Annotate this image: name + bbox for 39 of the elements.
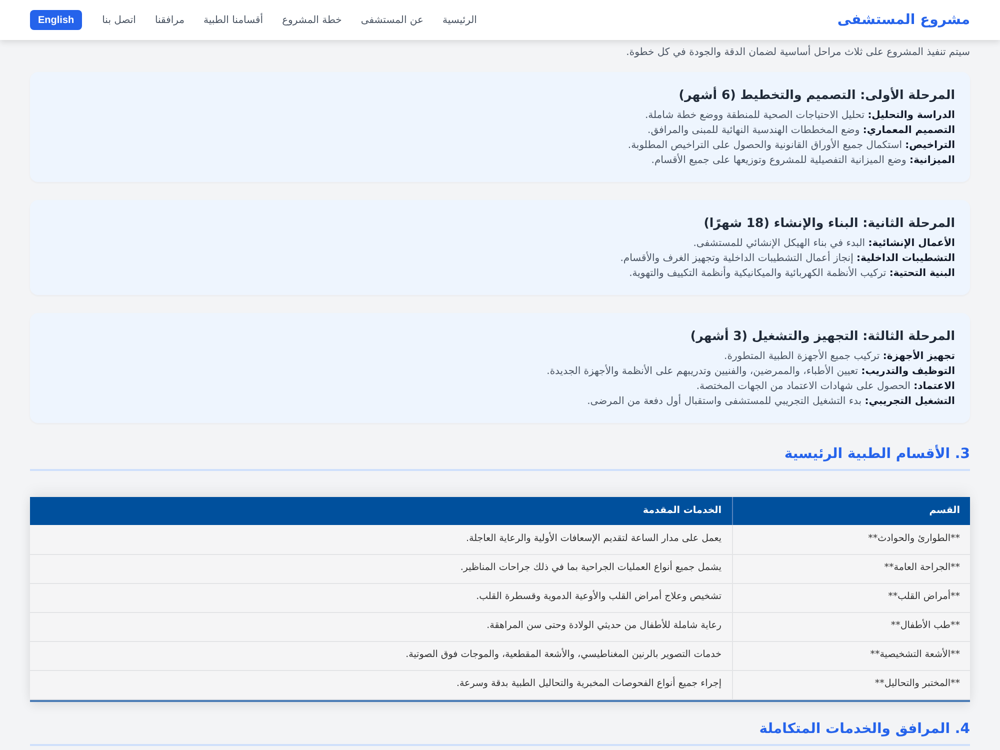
section-heading: 3. الأقسام الطبية الرئيسية bbox=[784, 444, 970, 464]
section-heading: 4. المرافق والخدمات المتكاملة bbox=[759, 720, 970, 738]
phase-task: الأعمال الإنشائية: البدء في بناء الهيكل الإنشائي للمستشفى. bbox=[692, 236, 955, 251]
phase-task: التصميم المعماري: وضع المخططات الهندسية النهائية للمبنى والمرافق. bbox=[646, 124, 955, 138]
nav-link[interactable]: الرئيسية bbox=[442, 12, 477, 28]
table-header-cell: القسم bbox=[732, 497, 970, 525]
language-button[interactable]: English bbox=[30, 10, 82, 30]
phase-title: المرحلة الثانية: البناء والإنشاء (18 شهرًا) bbox=[702, 214, 955, 232]
phase-task: الدراسة والتحليل: تحليل الاحتياجات الصحية للمنطقة ووضع خطة شاملة. bbox=[644, 109, 955, 123]
table-cell: رعاية شاملة للأطفال من حديثي الولادة وحتى سن المراهقة. bbox=[30, 612, 732, 641]
phase-task: الميزانية: وضع الميزانية التفصيلية للمشروع وتوزيعها على جميع الأقسام. bbox=[650, 153, 955, 168]
table-cell: **الجراحة العامة** bbox=[732, 554, 970, 583]
table-cell: **المختبر والتحاليل** bbox=[732, 670, 970, 699]
table-cell: تشخيص وعلاج أمراض القلب والأوعية الدموية وقسطرة القلب. bbox=[30, 583, 732, 612]
table-cell: **الطوارئ والحوادث** bbox=[732, 525, 970, 554]
table-header-cell: الخدمات المقدمة bbox=[30, 497, 732, 525]
nav-link[interactable]: عن المستشفى bbox=[360, 12, 424, 28]
phase-task: التشغيل التجريبي: بدء التشغيل التجريبي للمستشفى واستقبال أول دفعة من المرضى. bbox=[586, 394, 955, 409]
phase-task: التوظيف والتدريب: تعيين الأطباء، والممرضين، والفنيين وتدريبهم على الأنظمة والأجهزة الجديدة. bbox=[546, 364, 955, 379]
table-cell: يعمل على مدار الساعة لتقديم الإسعافات الأولية والرعاية العاجلة. bbox=[30, 525, 732, 554]
phase-title: المرحلة الأولى: التصميم والتخطيط (6 أشهر) bbox=[678, 86, 955, 104]
nav-link[interactable]: خطة المشروع bbox=[282, 12, 342, 28]
intro-text: سيتم تنفيذ المشروع على ثلاث مراحل أساسية لضمان الدقة والجودة في كل خطوة. bbox=[625, 46, 970, 60]
phase-task: البنية التحتية: تركيب الأنظمة الكهربائية والميكانيكية وأنظمة التكييف والتهوية. bbox=[628, 266, 955, 281]
nav-link[interactable]: اتصل بنا bbox=[102, 12, 136, 28]
table-cell: **طب الأطفال** bbox=[732, 612, 970, 641]
nav-link[interactable]: أقسامنا الطبية bbox=[204, 12, 264, 28]
table-cell: خدمات التصوير بالرنين المغناطيسي، والأشعة المقطعية، والموجات فوق الصوتية. bbox=[30, 641, 732, 670]
nav-link[interactable]: مرافقنا bbox=[154, 12, 185, 28]
table-cell: **الأشعة التشخيصية** bbox=[732, 641, 970, 670]
phase-task: التشطيبات الداخلية: إنجاز أعمال التشطيبات الداخلية وتجهيز الغرف والأقسام. bbox=[619, 251, 955, 266]
phase-task: الاعتماد: الحصول على شهادات الاعتماد من الجهات المختصة. bbox=[695, 380, 955, 394]
phase-task: التراخيص: استكمال جميع الأوراق القانونية والحصول على التراخيص المطلوبة. bbox=[626, 138, 955, 153]
table-cell: **أمراض القلب** bbox=[732, 583, 970, 612]
phase-title: المرحلة الثالثة: التجهيز والتشغيل (3 أشهر) bbox=[689, 327, 955, 345]
phase-task: تجهيز الأجهزة: تركيب جميع الأجهزة الطبية المتطورة. bbox=[723, 349, 955, 364]
site-title[interactable]: مشروع المستشفى bbox=[837, 10, 970, 30]
table-cell: يشمل جميع أنواع العمليات الجراحية بما في ذلك جراحات المناظير. bbox=[30, 554, 732, 583]
table-cell: إجراء جميع أنواع الفحوصات المخبرية والتحاليل الطبية بدقة وسرعة. bbox=[30, 670, 732, 699]
